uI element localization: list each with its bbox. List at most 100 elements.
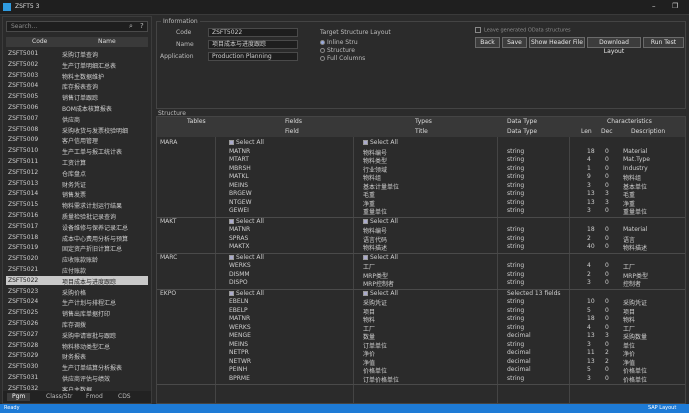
list-item[interactable]: ZSFT5008 采购收货与发票校验明细 xyxy=(6,125,148,134)
list-item[interactable]: ZSFT5020 应收账款账龄 xyxy=(6,254,148,263)
list-item[interactable]: ZSFT5024 生产计划与排程汇总 xyxy=(6,297,148,306)
table-row[interactable]: MTART 物料类型 string 4 0 Mat.Type xyxy=(157,156,685,165)
checkbox-icon[interactable] xyxy=(229,290,234,296)
table-row[interactable]: MEINS 订单单位 string 3 0 单位 xyxy=(157,341,685,350)
field-datatype: string xyxy=(507,198,525,206)
list-item[interactable]: ZSFT5005 销售订单跟踪 xyxy=(6,92,148,101)
list-item[interactable]: ZSFT5017 设备维修与保养记录汇总 xyxy=(6,222,148,231)
list-item-name: 质量检验批记录查询 xyxy=(62,214,117,220)
table-row[interactable]: MATNR 物料编号 string 18 0 Material xyxy=(157,226,685,235)
checkbox-icon[interactable] xyxy=(363,290,368,296)
table-row[interactable]: NETPR 净价 decimal 11 2 净价 xyxy=(157,349,685,358)
table-row[interactable]: MBRSH 行业领域 string 1 0 Industry xyxy=(157,165,685,174)
table-row[interactable]: MATKL 物料组 string 9 0 物料组 xyxy=(157,173,685,182)
run-test-button[interactable]: Run Test xyxy=(643,37,684,48)
list-item[interactable]: ZSFT5002 生产订单明细汇总表 xyxy=(6,60,148,69)
table-row[interactable]: SPRAS 语言代码 string 2 0 语言 xyxy=(157,235,685,244)
app-logo-icon xyxy=(3,3,11,11)
field-name: NETPR xyxy=(229,349,249,356)
table-row[interactable]: EBELN 采购凭证 string 10 0 采购凭证 xyxy=(157,298,685,307)
download-layout-button[interactable]: Download Layout xyxy=(587,37,641,55)
list-header: Code Name xyxy=(6,37,148,47)
checkbox-icon[interactable] xyxy=(363,140,368,145)
table-row[interactable]: GEWEI 重量单位 string 3 0 重量单位 xyxy=(157,207,685,216)
list-item[interactable]: ZSFT5012 仓库盘点 xyxy=(6,168,148,177)
table-row[interactable]: WERKS 工厂 string 4 0 工厂 xyxy=(157,262,685,271)
radio-inline-stru[interactable]: Inline Stru xyxy=(320,39,358,46)
table-row[interactable]: Select All Select All xyxy=(157,139,685,147)
show-header-file-button[interactable]: Show Header File xyxy=(529,37,585,48)
list-item[interactable]: ZSFT5011 工资计算 xyxy=(6,157,148,166)
list-item[interactable]: ZSFT5031 供应商评估与绩效 xyxy=(6,373,148,382)
list-item[interactable]: ZSFT5027 采购申请审批与跟踪 xyxy=(6,330,148,339)
table-row[interactable]: NTGEW 净重 string 13 3 净重 xyxy=(157,198,685,208)
tab-pgm[interactable]: Pgm xyxy=(7,393,31,401)
field-len: 10 xyxy=(587,298,595,305)
search-icon[interactable]: ⌕ xyxy=(129,22,133,31)
table-row[interactable]: MATNR 物料编号 string 18 0 Material xyxy=(157,148,685,157)
table-row[interactable]: DISMM MRP类型 string 2 0 MRP类型 xyxy=(157,271,685,280)
table-row[interactable]: BPRME 订单价格单位 string 3 0 价格单位 xyxy=(157,375,685,384)
leave-odata-checkbox[interactable]: Leave generated OData structures xyxy=(475,27,571,34)
table-row[interactable]: MAKTX 物料描述 string 40 0 物料描述 xyxy=(157,243,685,252)
tab-cds[interactable]: CDS xyxy=(113,393,136,401)
list-item[interactable]: ZSFT5010 生产工单与报工统计表 xyxy=(6,146,148,155)
radio-full-columns[interactable]: Full Columns xyxy=(320,55,365,62)
list-item[interactable]: ZSFT5004 库存报表查询 xyxy=(6,81,148,90)
table-row[interactable]: EBELP 项目 string 5 0 项目 xyxy=(157,307,685,316)
table-row[interactable]: BRGEW 毛重 string 13 3 毛重 xyxy=(157,190,685,199)
list-item[interactable]: ZSFT5006 BOM成本核算报表 xyxy=(6,103,148,112)
column-name[interactable]: Name xyxy=(98,38,116,45)
list-item[interactable]: ZSFT5003 物料主数据维护 xyxy=(6,71,148,80)
help-icon[interactable]: ? xyxy=(140,22,144,30)
table-row[interactable]: MEINS 基本计量单位 string 3 0 基本单位 xyxy=(157,182,685,191)
list-item[interactable]: ZSFT5028 物料移动类型汇总 xyxy=(6,341,148,350)
table-row[interactable]: MATNR 物料 string 18 0 物料 xyxy=(157,315,685,324)
table-row[interactable]: DISPO MRP控制者 string 3 0 控制者 xyxy=(157,279,685,288)
search-input[interactable]: Search... ⌕ ? xyxy=(6,21,148,32)
minimize-button[interactable]: – xyxy=(652,2,656,10)
list-item[interactable]: ZSFT5015 物料需求计划运行结果 xyxy=(6,200,148,209)
list-item[interactable]: ZSFT5029 财务报表 xyxy=(6,351,148,360)
radio-structure[interactable]: Structure xyxy=(320,47,355,54)
table-row[interactable]: PEINH 价格单位 decimal 5 0 价格单位 xyxy=(157,366,685,375)
application-field[interactable]: Production Planning xyxy=(208,52,298,61)
checkbox-icon[interactable] xyxy=(229,140,234,145)
list-item[interactable]: ZSFT5022 项目成本与进度跟踪 xyxy=(6,275,148,285)
list-item-code: ZSFT5012 xyxy=(8,168,39,176)
table-row[interactable]: Select All Select All Selected 13 fields xyxy=(157,290,685,298)
list-item-name: 库存报表查询 xyxy=(62,84,99,91)
table-row[interactable]: Select All Select All xyxy=(157,254,685,262)
list-item[interactable]: ZSFT5023 采购价格 xyxy=(6,287,148,296)
list-item[interactable]: ZSFT5019 固定资产折旧计算汇总 xyxy=(6,243,148,252)
tab-fmod[interactable]: Fmod xyxy=(81,393,108,401)
list-item[interactable]: ZSFT5007 供应商 xyxy=(6,114,148,123)
name-field[interactable]: 项目成本与进度跟踪 xyxy=(208,40,298,49)
list-item[interactable]: ZSFT5014 销售发票 xyxy=(6,189,148,198)
list-item[interactable]: ZSFT5018 成本中心费用分析与预算 xyxy=(6,233,148,242)
column-code[interactable]: Code xyxy=(32,38,47,45)
checkbox-icon[interactable] xyxy=(363,254,368,260)
list-item[interactable]: ZSFT5009 客户信用管理 xyxy=(6,135,148,144)
field-datatype: decimal xyxy=(507,349,531,356)
checkbox-icon[interactable] xyxy=(229,254,234,260)
table-row[interactable]: WERKS 工厂 string 4 0 工厂 xyxy=(157,324,685,333)
list-item[interactable]: ZSFT5016 质量检验批记录查询 xyxy=(6,211,148,220)
list-item[interactable]: ZSFT5001 采购订单查询 xyxy=(6,49,148,58)
checkbox-icon[interactable] xyxy=(229,218,234,224)
back-button[interactable]: Back xyxy=(475,37,500,48)
code-field[interactable]: ZSFT5022 xyxy=(208,28,298,37)
save-button[interactable]: Save xyxy=(502,37,527,48)
checkbox-icon[interactable] xyxy=(363,218,368,224)
maximize-button[interactable]: ❐ xyxy=(672,2,678,10)
list-item[interactable]: ZSFT5021 应付账款 xyxy=(6,265,148,274)
list-item[interactable]: ZSFT5025 销售出库单据打印 xyxy=(6,308,148,317)
list-item[interactable]: ZSFT5030 生产订单结算分析报表 xyxy=(6,362,148,371)
list-item[interactable]: ZSFT5013 财务凭证 xyxy=(6,179,148,188)
table-row[interactable]: NETWR 净值 decimal 13 2 净值 xyxy=(157,358,685,367)
table-row[interactable]: Select All Select All xyxy=(157,218,685,226)
field-title: MRP控制者 xyxy=(363,281,394,288)
list-item[interactable]: ZSFT5026 库存调拨 xyxy=(6,319,148,328)
table-row[interactable]: MENGE 数量 decimal 13 3 采购数量 xyxy=(157,332,685,341)
tab-class-str[interactable]: Class/Str xyxy=(41,393,77,401)
